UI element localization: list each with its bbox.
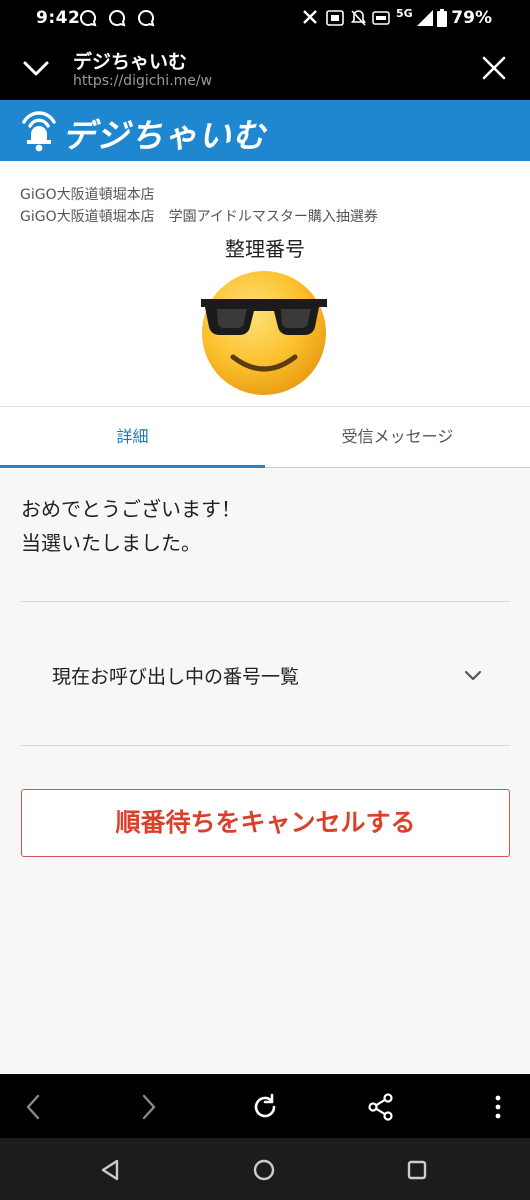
tab-detail[interactable]: 詳細 — [0, 407, 265, 469]
chevron-down-icon — [464, 670, 482, 681]
more-icon[interactable] — [483, 1092, 513, 1122]
share-icon[interactable] — [366, 1092, 396, 1122]
chat-bubble-icon — [108, 9, 126, 27]
system-navigation-bar — [0, 1138, 530, 1200]
browser-page-title: デジちゃいむ — [73, 51, 188, 73]
chat-bubble-icon — [137, 9, 155, 27]
store-name: GiGO大阪道頓堀本店 — [20, 187, 155, 203]
sunglasses-emoji-icon — [201, 271, 327, 395]
browser-toolbar — [0, 1074, 530, 1138]
tab-received-messages[interactable]: 受信メッセージ — [265, 407, 530, 469]
battery-icon — [437, 9, 447, 27]
calling-numbers-accordion[interactable]: 現在お呼び出し中の番号一覧 — [21, 602, 510, 746]
signal-strength-icon — [417, 10, 433, 26]
cancel-queue-button[interactable]: 順番待ちをキャンセルする — [21, 789, 510, 857]
status-time: 9:42 — [36, 8, 81, 28]
back-icon[interactable] — [19, 1092, 49, 1122]
congrats-line-2: 当選いたしました。 — [21, 531, 201, 555]
chat-bubble-icon — [79, 9, 97, 27]
chime-bell-logo-icon — [22, 111, 56, 152]
reload-icon[interactable] — [250, 1092, 280, 1122]
notifications-off-icon — [350, 10, 367, 26]
divider — [21, 745, 510, 746]
store-info-section: GiGO大阪道頓堀本店 GiGO大阪道頓堀本店 学園アイドルマスター購入抽選券 … — [0, 161, 530, 406]
congrats-line-1: おめでとうございます！ — [21, 497, 241, 521]
back-triangle-icon[interactable] — [98, 1158, 122, 1182]
home-circle-icon[interactable] — [252, 1158, 276, 1182]
browser-url: https://digichi.me/w — [73, 73, 213, 89]
detail-panel: おめでとうございます！ 当選いたしました。 現在お呼び出し中の番号一覧 順番待ち… — [0, 468, 530, 1074]
hd-signal-icon — [326, 10, 344, 26]
status-bar: 9:42 5G 79% — [0, 0, 530, 36]
brand-logo-text: デジちゃいむ — [62, 116, 266, 155]
lottery-title: GiGO大阪道頓堀本店 学園アイドルマスター購入抽選券 — [20, 209, 378, 225]
minimize-chevron-icon[interactable] — [20, 54, 52, 82]
close-icon[interactable] — [480, 54, 508, 82]
recents-square-icon[interactable] — [405, 1158, 429, 1182]
calling-numbers-label: 現在お呼び出し中の番号一覧 — [52, 666, 300, 688]
battery-percent: 79% — [451, 8, 492, 28]
in-app-browser-header: デジちゃいむ https://digichi.me/w — [0, 36, 530, 100]
tab-bar: 詳細 受信メッセージ — [0, 406, 530, 469]
ticket-number-heading: 整理番号 — [225, 237, 305, 261]
congratulations-message: おめでとうございます！ 当選いたしました。 — [21, 492, 241, 560]
brand-banner: デジちゃいむ — [0, 100, 530, 161]
x-logo-icon — [303, 10, 317, 24]
forward-icon[interactable] — [133, 1092, 163, 1122]
network-type: 5G — [396, 7, 413, 20]
volte-icon — [372, 11, 390, 25]
